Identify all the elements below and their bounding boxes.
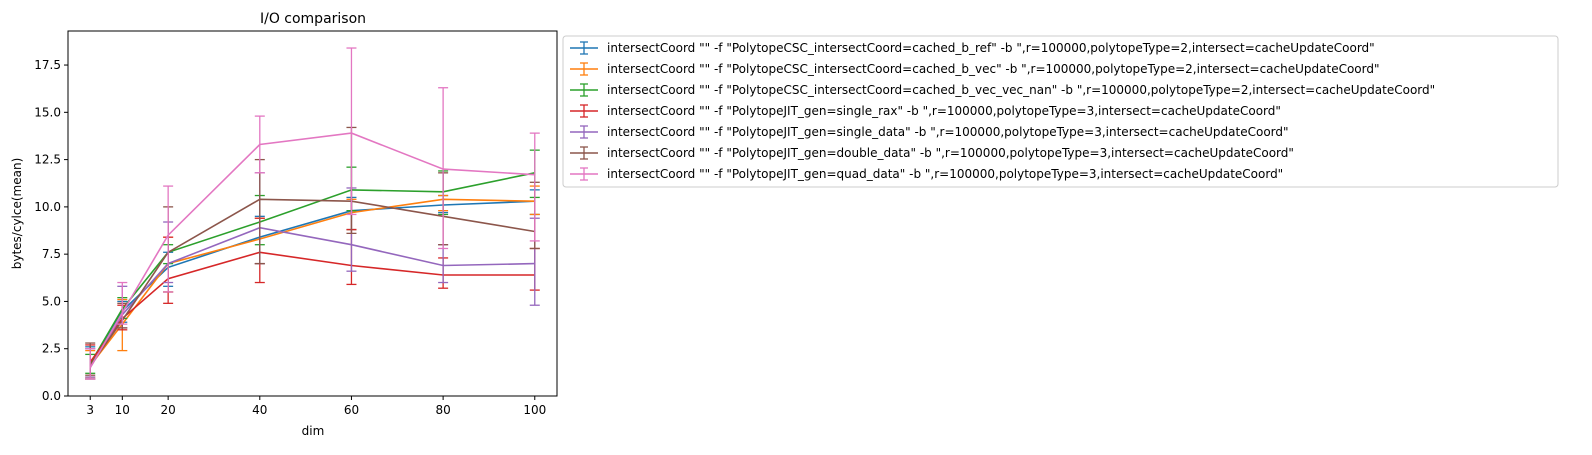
series-3 xyxy=(85,149,540,374)
y-tick-label: 17.5 xyxy=(34,58,61,72)
x-axis: 3 10 20 40 60 80 100 xyxy=(86,396,546,417)
y-axis: 0.0 2.5 5.0 7.5 10.0 12.5 15.0 17.5 xyxy=(34,58,68,403)
chart-title: I/O comparison xyxy=(260,11,366,27)
series-line xyxy=(89,200,535,365)
x-tick-label: 10 xyxy=(115,403,130,417)
series-7 xyxy=(85,47,540,380)
y-tick-label: 10.0 xyxy=(34,200,61,214)
x-tick-label: 20 xyxy=(160,403,175,417)
series-6 xyxy=(85,126,540,376)
y-tick-label: 12.5 xyxy=(34,153,61,167)
y-tick-label: 5.0 xyxy=(42,294,61,308)
y-tick-label: 0.0 xyxy=(42,389,61,403)
legend-label: intersectCoord "" -f "PolytopeCSC_inters… xyxy=(607,41,1375,55)
legend-label: intersectCoord "" -f "PolytopeJIT_gen=do… xyxy=(607,146,1294,160)
legend-entry: intersectCoord "" -f "PolytopeCSC_inters… xyxy=(570,83,1435,97)
legend-entry: intersectCoord "" -f "PolytopeJIT_gen=si… xyxy=(570,104,1281,118)
legend-entry: intersectCoord "" -f "PolytopeJIT_gen=qu… xyxy=(570,167,1283,181)
y-tick-label: 15.0 xyxy=(34,105,61,119)
legend-label: intersectCoord "" -f "PolytopeCSC_inters… xyxy=(607,62,1380,76)
legend-entry: intersectCoord "" -f "PolytopeCSC_inters… xyxy=(570,41,1375,55)
series-1 xyxy=(85,189,540,380)
x-tick-label: 40 xyxy=(252,403,267,417)
plot-area xyxy=(85,47,540,380)
y-tick-label: 7.5 xyxy=(42,247,61,261)
legend-entry: intersectCoord "" -f "PolytopeJIT_gen=si… xyxy=(570,125,1289,139)
x-tick-label: 60 xyxy=(344,403,359,417)
legend-label: intersectCoord "" -f "PolytopeCSC_inters… xyxy=(607,83,1435,97)
series-4 xyxy=(85,217,540,380)
y-tick-label: 2.5 xyxy=(42,342,61,356)
x-axis-label: dim xyxy=(302,424,325,438)
axes-frame xyxy=(67,30,558,397)
legend-label: intersectCoord "" -f "PolytopeJIT_gen=si… xyxy=(607,125,1289,139)
series-line xyxy=(89,132,535,369)
chart: I/O comparison 3 10 20 40 60 80 100 0.0 2.5 5.0 7… xyxy=(10,11,1559,438)
legend-label: intersectCoord "" -f "PolytopeJIT_gen=qu… xyxy=(607,167,1283,181)
series-line xyxy=(89,226,535,369)
x-tick-label: 3 xyxy=(86,403,94,417)
legend-label: intersectCoord "" -f "PolytopeJIT_gen=si… xyxy=(607,104,1281,118)
legend-entry: intersectCoord "" -f "PolytopeJIT_gen=do… xyxy=(570,146,1294,160)
x-tick-label: 80 xyxy=(435,403,450,417)
x-tick-label: 100 xyxy=(523,403,546,417)
series-line xyxy=(89,198,535,367)
legend-entry: intersectCoord "" -f "PolytopeCSC_inters… xyxy=(570,62,1380,76)
legend: intersectCoord "" -f "PolytopeCSC_inters… xyxy=(562,35,1559,188)
y-axis-label: bytes/cylce(mean) xyxy=(10,158,24,270)
